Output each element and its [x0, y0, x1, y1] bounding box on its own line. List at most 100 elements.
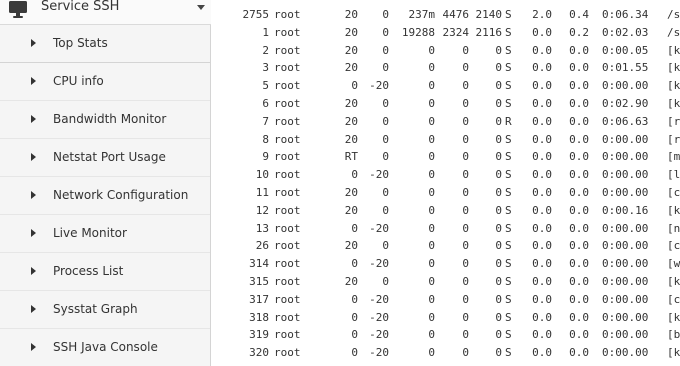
command-cell: [k: [667, 43, 680, 57]
sidebar: Service SSH Top Stats CPU info Bandwidth…: [0, 0, 211, 366]
process-row: 10 root 0 -20 0 0 0 S 0.0 0.0 0:00.00 [l: [211, 166, 680, 183]
priority-cell: 20: [344, 8, 358, 21]
process-row: 26 root 20 0 0 0 0 S 0.0 0.0 0:00.00 [c: [211, 237, 680, 254]
pid-cell: 318: [249, 310, 269, 324]
menu-item-top-stats[interactable]: Top Stats: [0, 25, 210, 63]
virt-cell: 237m: [408, 8, 436, 21]
pid-cell: 2: [262, 43, 269, 57]
priority-cell: RT: [344, 150, 358, 164]
res-cell: 0: [462, 97, 469, 110]
virt-cell: 0: [428, 239, 435, 253]
state-cell: S: [505, 61, 512, 75]
res-cell: 0: [462, 61, 469, 75]
command-cell: [r: [667, 132, 680, 146]
state-cell: S: [505, 168, 512, 182]
command-cell: [k: [667, 61, 680, 75]
state-cell: S: [505, 25, 512, 39]
user-cell: root: [274, 43, 301, 57]
pid-cell: 26: [255, 239, 269, 253]
user-cell: root: [274, 275, 301, 288]
menu-item-network-configuration[interactable]: Network Configuration: [0, 177, 210, 215]
mem-cell: 0.0: [569, 150, 589, 164]
process-row: 5 root 0 -20 0 0 0 S 0.0 0.0 0:00.00 [k: [211, 77, 680, 94]
cpu-cell: 0.0: [532, 203, 552, 217]
nice-cell: -20: [369, 79, 389, 93]
menu-item-cpu-info[interactable]: CPU info: [0, 63, 210, 101]
virt-cell: 0: [428, 328, 435, 342]
virt-cell: 0: [428, 203, 435, 217]
pid-cell: 13: [255, 221, 269, 235]
cpu-cell: 0.0: [532, 61, 552, 75]
nice-cell: 0: [382, 97, 389, 110]
service-ssh-title: Service SSH: [41, 0, 120, 14]
menu-item-sysstat-graph[interactable]: Sysstat Graph: [0, 291, 210, 329]
state-cell: S: [505, 346, 512, 360]
user-cell: root: [274, 25, 301, 39]
cpu-cell: 0.0: [532, 186, 552, 199]
mem-cell: 0.0: [569, 132, 589, 146]
menu-item-ssh-java-console[interactable]: SSH Java Console: [0, 329, 210, 366]
user-cell: root: [274, 292, 301, 306]
command-cell: [w: [667, 257, 680, 271]
command-cell: [k: [667, 203, 680, 217]
menu-item-netstat-port-usage[interactable]: Netstat Port Usage: [0, 139, 210, 177]
state-cell: S: [505, 132, 512, 146]
nice-cell: -20: [369, 346, 389, 360]
priority-cell: 0: [351, 292, 358, 306]
pid-cell: 11: [255, 186, 269, 199]
menu-item-label: SSH Java Console: [53, 340, 158, 354]
menu-item-label: Network Configuration: [53, 188, 189, 202]
shr-cell: 0: [495, 114, 502, 128]
pid-cell: 2755: [242, 8, 270, 21]
virt-cell: 0: [428, 97, 435, 110]
shr-cell: 0: [495, 43, 502, 57]
shr-cell: 0: [495, 221, 502, 235]
priority-cell: 0: [351, 79, 358, 93]
priority-cell: 0: [351, 257, 358, 271]
res-cell: 0: [462, 292, 469, 306]
mem-cell: 0.0: [569, 114, 589, 128]
caret-down-icon[interactable]: [197, 5, 205, 10]
user-cell: root: [274, 257, 301, 271]
process-list-output: 2755 root 20 0 237m 4476 2140 S 2.0 0.4 0:06.34/s 1…: [211, 0, 680, 366]
user-cell: root: [274, 310, 301, 324]
priority-cell: 0: [351, 168, 358, 182]
command-cell: [n: [667, 221, 680, 235]
menu-item-process-list[interactable]: Process List: [0, 253, 210, 291]
chevron-right-icon: [31, 305, 36, 313]
menu-item-live-monitor[interactable]: Live Monitor: [0, 215, 210, 253]
command-cell: /s: [667, 8, 680, 21]
process-row: 314 root 0 -20 0 0 0 S 0.0 0.0 0:00.00 [w: [211, 255, 680, 272]
process-row: 317 root 0 -20 0 0 0 S 0.0 0.0 0:00.00 [c: [211, 291, 680, 308]
process-row: 9 root RT 0 0 0 0 S 0.0 0.0 0:00.00 [m: [211, 148, 680, 165]
chevron-right-icon: [31, 77, 36, 85]
priority-cell: 20: [344, 25, 358, 39]
shr-cell: 0: [495, 97, 502, 110]
user-cell: root: [274, 132, 301, 146]
res-cell: 0: [462, 150, 469, 164]
priority-cell: 0: [351, 221, 358, 235]
nice-cell: 0: [382, 114, 389, 128]
mem-cell: 0.0: [569, 43, 589, 57]
mem-cell: 0.2: [569, 25, 589, 39]
menu-item-bandwidth-monitor[interactable]: Bandwidth Monitor: [0, 101, 210, 139]
virt-cell: 0: [428, 292, 435, 306]
shr-cell: 2116: [475, 25, 503, 39]
process-row: 8 root 20 0 0 0 0 S 0.0 0.0 0:00.00 [r: [211, 131, 680, 148]
nice-cell: -20: [369, 257, 389, 271]
virt-cell: 0: [428, 79, 435, 93]
priority-cell: 0: [351, 328, 358, 342]
mem-cell: 0.0: [569, 186, 589, 199]
command-cell: [k: [667, 79, 680, 93]
user-cell: root: [274, 346, 301, 360]
cpu-cell: 0.0: [532, 132, 552, 146]
cpu-cell: 0.0: [532, 328, 552, 342]
shr-cell: 0: [495, 203, 502, 217]
service-ssh-header[interactable]: Service SSH: [0, 0, 211, 25]
virt-cell: 19288: [401, 25, 435, 39]
nice-cell: 0: [382, 132, 389, 146]
mem-cell: 0.0: [569, 221, 589, 235]
mem-cell: 0.0: [569, 275, 589, 288]
shr-cell: 0: [495, 346, 502, 360]
nice-cell: 0: [382, 25, 389, 39]
